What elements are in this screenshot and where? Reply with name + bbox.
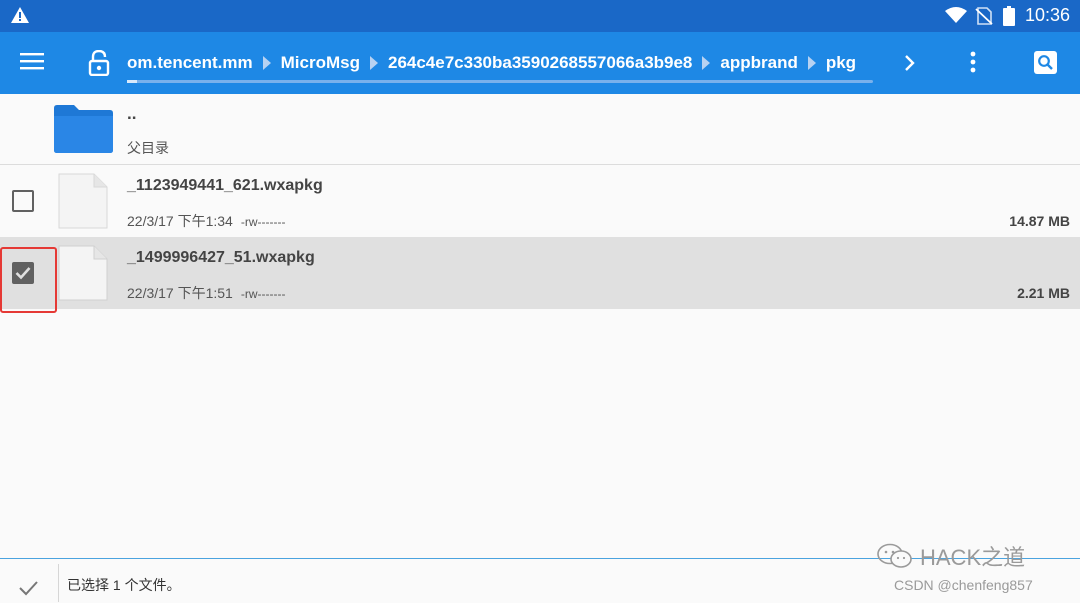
file-date: 22/3/17 下午1:34 [127, 213, 233, 229]
clock-time: 10:36 [1025, 5, 1071, 25]
breadcrumb-scroll-progress [127, 80, 873, 83]
file-meta: 22/3/17 下午1:51 -rw------- [127, 283, 286, 303]
more-vert-icon[interactable] [969, 51, 977, 78]
file-meta: 22/3/17 下午1:34 -rw------- [127, 211, 286, 231]
wifi-icon [945, 7, 967, 29]
menu-icon[interactable] [20, 52, 44, 75]
file-checkbox[interactable] [12, 190, 34, 212]
file-date: 22/3/17 下午1:51 [127, 285, 233, 301]
breadcrumb-separator-icon [807, 56, 816, 70]
file-row-selected[interactable]: _1499996427_51.wxapkg 22/3/17 下午1:51 -rw-… [0, 237, 1080, 313]
parent-directory-label: 父目录 [127, 140, 169, 156]
divider [58, 564, 59, 602]
breadcrumb-item[interactable]: om.tencent.mm [127, 53, 253, 73]
battery-icon [1003, 6, 1015, 31]
file-size: 2.21 MB [1017, 285, 1070, 301]
breadcrumb-item[interactable]: 264c4e7c330ba3590268557066a3b9e8 [388, 53, 692, 73]
file-size: 14.87 MB [1009, 213, 1070, 229]
no-sim-icon [975, 7, 993, 30]
breadcrumb-item[interactable]: appbrand [720, 53, 797, 73]
status-bar: 10:36 [0, 0, 1080, 32]
search-button[interactable] [1034, 51, 1057, 74]
watermark-credit: CSDN @chenfeng857 [894, 577, 1033, 593]
breadcrumb-separator-icon [369, 56, 378, 70]
breadcrumb: om.tencent.mm MicroMsg 264c4e7c330ba3590… [127, 50, 856, 76]
breadcrumb-item[interactable]: MicroMsg [281, 53, 360, 73]
wechat-logo-icon [877, 543, 912, 568]
app-toolbar: om.tencent.mm MicroMsg 264c4e7c330ba3590… [0, 32, 1080, 94]
breadcrumb-item[interactable]: pkg [826, 53, 856, 73]
selection-status-text: 已选择 1 个文件。 [67, 577, 181, 593]
file-row[interactable]: _1123949441_621.wxapkg 22/3/17 下午1:34 -rw… [0, 165, 1080, 237]
parent-directory-row[interactable]: .. 父目录 [0, 94, 1080, 164]
watermark-text: HACK之道 [920, 545, 1026, 570]
watermark: HACK之道 [876, 540, 1025, 572]
selection-highlight-box [0, 247, 57, 313]
file-permissions: -rw------- [240, 215, 286, 229]
warning-icon [10, 6, 30, 29]
search-icon [1038, 55, 1053, 70]
file-icon [58, 245, 108, 306]
parent-directory-name: .. [127, 104, 137, 123]
progress-fill [127, 80, 137, 83]
chevron-right-icon[interactable] [904, 54, 916, 77]
folder-icon [52, 104, 115, 159]
check-icon[interactable] [18, 580, 38, 601]
file-icon [58, 173, 108, 234]
breadcrumb-separator-icon [262, 56, 271, 70]
file-permissions: -rw------- [240, 287, 286, 301]
breadcrumb-separator-icon [702, 56, 711, 70]
file-name: _1123949441_621.wxapkg [127, 177, 323, 194]
file-name: _1499996427_51.wxapkg [127, 249, 315, 266]
lock-icon[interactable] [88, 49, 110, 81]
